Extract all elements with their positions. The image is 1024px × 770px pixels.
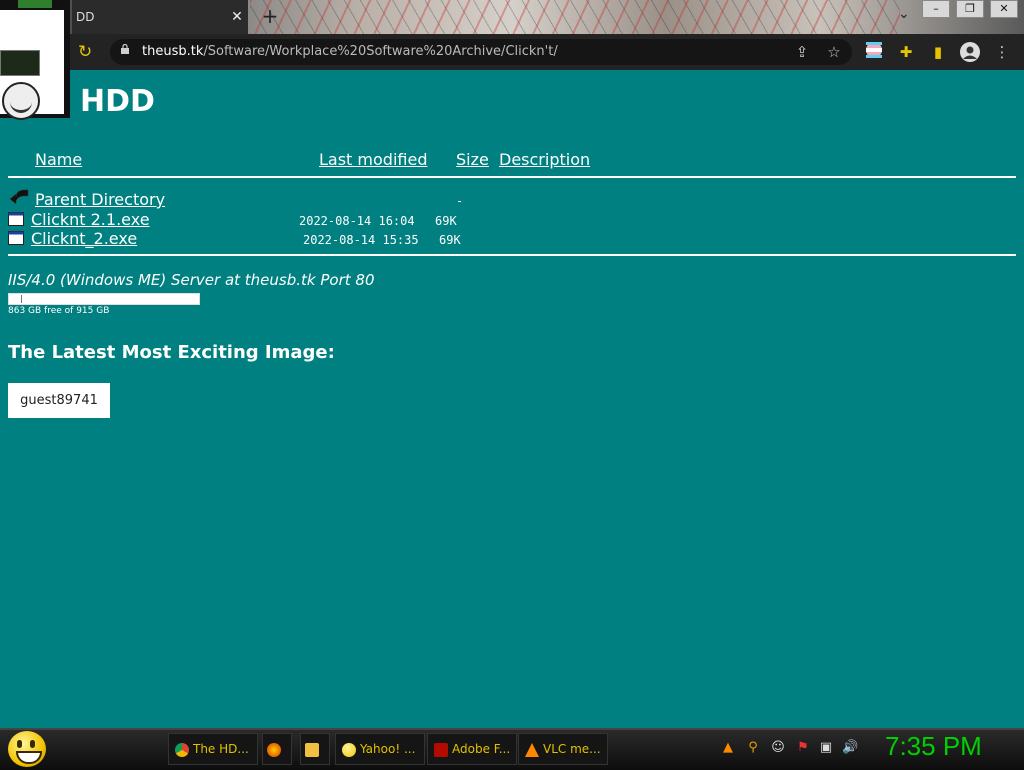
parent-size: - — [456, 194, 464, 208]
network-icon[interactable]: ▣ — [818, 740, 834, 756]
taskbar-item-adobe[interactable]: Adobe F... — [427, 733, 517, 765]
messenger-tray-icon[interactable]: ☺ — [770, 740, 786, 756]
footer-divider — [8, 254, 1016, 256]
executable-file-icon — [8, 231, 24, 245]
server-signature: IIS/4.0 (Windows ME) Server at theusb.tk… — [8, 271, 375, 289]
latest-image-heading: The Latest Most Exciting Image: — [8, 342, 335, 363]
back-arrow-icon — [9, 189, 29, 205]
thumbnail-screenshot-image — [0, 50, 40, 76]
taskbar-clock[interactable]: 7:35 PM — [885, 731, 982, 762]
window-controls: – ❐ ✕ — [922, 0, 1018, 18]
taskbar-item-label: VLC me... — [543, 742, 601, 756]
chrome-icon — [175, 742, 189, 757]
file-size: 69K — [435, 214, 457, 228]
minimize-icon[interactable]: – — [922, 0, 950, 18]
column-header-description[interactable]: Description — [499, 150, 590, 169]
volume-icon[interactable]: 🔊 — [842, 740, 858, 756]
tab-close-icon[interactable]: ✕ — [226, 9, 248, 25]
vlc-tray-icon[interactable]: ▲ — [720, 740, 736, 756]
search-icon[interactable]: ⚲ — [745, 740, 761, 756]
column-header-size[interactable]: Size — [456, 150, 489, 169]
thumbnail-window-bar — [18, 0, 52, 8]
new-tab-button[interactable]: + — [258, 4, 282, 28]
folder-icon — [305, 742, 319, 757]
share-icon[interactable]: ⇪ — [792, 42, 812, 62]
extension-flag-icon[interactable] — [864, 42, 884, 62]
taskbar-item-vlc[interactable]: VLC me... — [518, 733, 608, 765]
file-link[interactable]: Clicknt 2.1.exe — [31, 210, 150, 229]
column-header-last-modified[interactable]: Last modified — [319, 150, 427, 169]
start-smiley-icon[interactable] — [8, 731, 46, 767]
tab-hdd[interactable]: DD ✕ — [72, 0, 248, 34]
disk-usage-bar — [8, 293, 200, 305]
profile-avatar-icon[interactable] — [960, 42, 980, 62]
floating-thumbnail-window[interactable] — [0, 0, 70, 120]
taskbar-item-label: The HD... — [193, 742, 249, 756]
url-host: theusb.tk — [142, 44, 204, 59]
taskbar-item-folder[interactable] — [300, 733, 330, 765]
directory-listing-page: HDD Name Last modified Size Description … — [0, 70, 1024, 728]
page-title: HDD — [80, 84, 155, 119]
taskbar-item-yahoo[interactable]: Yahoo! ... — [335, 733, 425, 765]
tab-search-chevron-icon[interactable]: ⌄ — [898, 6, 910, 22]
firefox-icon — [267, 742, 281, 757]
file-link[interactable]: Clicknt_2.exe — [31, 229, 137, 248]
smiley-icon — [342, 742, 356, 757]
vlc-cone-icon — [525, 742, 539, 757]
disk-free-text: 863 GB free of 915 GB — [8, 306, 110, 316]
taskbar-item-chrome[interactable]: The HD... — [168, 733, 258, 765]
flag-icon — [866, 42, 882, 58]
parent-directory-link[interactable]: Parent Directory — [35, 190, 165, 209]
url-path: /Software/Workplace%20Software%20Archive… — [203, 44, 558, 59]
restore-icon[interactable]: ❐ — [956, 0, 984, 18]
user-name-button[interactable]: guest89741 — [8, 383, 110, 418]
taskbar-item-firefox[interactable] — [262, 733, 292, 765]
bookmark-star-icon[interactable]: ☆ — [824, 42, 844, 62]
taskbar-item-label: Adobe F... — [452, 742, 511, 756]
file-size: 69K — [439, 233, 461, 247]
thumbnail-content — [0, 10, 64, 120]
side-panel-icon[interactable]: ▮ — [928, 42, 948, 62]
taskbar-item-label: Yahoo! ... — [360, 742, 416, 756]
column-header-name[interactable]: Name — [35, 150, 82, 169]
address-url[interactable]: theusb.tk/Software/Workplace%20Software%… — [142, 44, 558, 59]
flash-icon — [434, 742, 448, 757]
flag-tray-icon[interactable]: ⚑ — [795, 740, 811, 756]
disk-usage-fill — [10, 295, 22, 303]
file-modified: 2022-08-14 15:35 — [303, 233, 419, 247]
file-modified: 2022-08-14 16:04 — [299, 214, 415, 228]
trollface-image — [2, 82, 40, 120]
reload-icon[interactable]: ↻ — [78, 42, 92, 62]
close-window-icon[interactable]: ✕ — [990, 0, 1018, 18]
executable-file-icon — [8, 212, 24, 226]
extensions-puzzle-icon[interactable]: ✚ — [896, 42, 916, 62]
lock-icon[interactable] — [120, 44, 130, 54]
header-divider — [8, 176, 1016, 178]
menu-kebab-icon[interactable]: ⋮ — [992, 42, 1012, 62]
avatar — [960, 42, 980, 62]
tab-title: DD — [76, 10, 95, 24]
